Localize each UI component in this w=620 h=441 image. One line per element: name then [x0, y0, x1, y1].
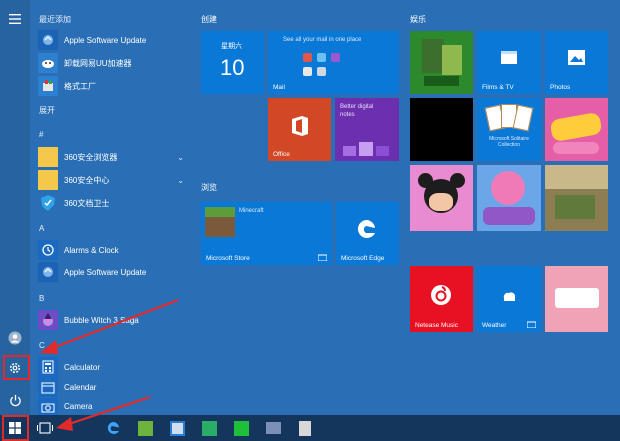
arrow-to-taskview	[65, 395, 151, 427]
arrow-head	[56, 417, 73, 431]
arrow-head	[40, 340, 58, 354]
annotation-arrows	[40, 298, 179, 431]
arrow-to-settings	[49, 298, 179, 351]
